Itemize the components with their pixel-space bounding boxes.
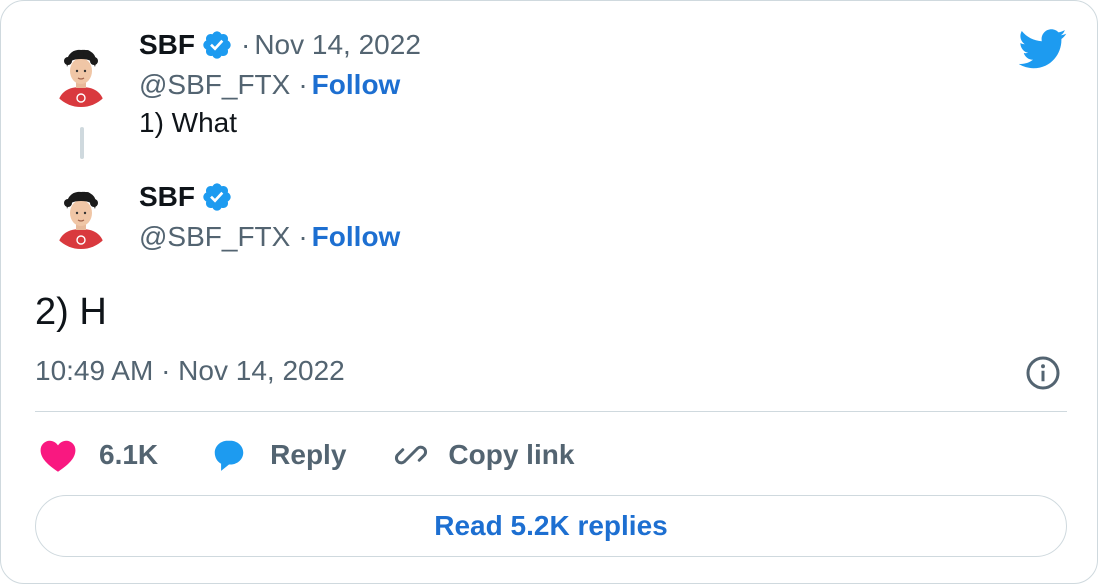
avatar[interactable]: [49, 43, 113, 107]
quoted-header: SBF · Nov 14, 2022: [139, 27, 421, 63]
link-icon: [395, 445, 428, 465]
separator: ·: [298, 221, 308, 252]
reply-label: Reply: [270, 439, 347, 470]
follow-button[interactable]: Follow: [312, 221, 401, 253]
main-handle-row: @SBF_FTX · Follow: [139, 219, 400, 255]
verified-badge-icon: [203, 183, 231, 211]
separator: ·: [298, 69, 308, 100]
info-icon[interactable]: [1025, 355, 1061, 391]
read-replies-button[interactable]: Read 5.2K replies: [35, 495, 1067, 557]
heart-icon: [40, 440, 76, 472]
action-bar: 6.1K Reply Copy link: [35, 433, 574, 477]
tweet-text: 2) H: [35, 291, 107, 333]
separator: ·: [241, 29, 251, 60]
like-button[interactable]: 6.1K: [39, 437, 158, 473]
copy-link-label: Copy link: [448, 439, 575, 470]
author-name[interactable]: SBF: [139, 181, 195, 213]
divider: [35, 411, 1067, 412]
reply-button[interactable]: Reply: [210, 437, 346, 473]
quoted-handle-row: @SBF_FTX · Follow: [139, 67, 400, 103]
tweet-date[interactable]: Nov 14, 2022: [254, 29, 421, 61]
quoted-tweet-text: 1) What: [139, 107, 238, 138]
author-handle[interactable]: @SBF_FTX: [139, 221, 290, 253]
author-handle[interactable]: @SBF_FTX: [139, 69, 290, 101]
main-header: SBF: [139, 179, 233, 215]
reply-bubble-icon: [214, 440, 244, 471]
avatar-image: [49, 43, 113, 107]
avatar-image: [49, 185, 113, 249]
avatar[interactable]: [49, 185, 113, 249]
copy-link-button[interactable]: Copy link: [392, 437, 574, 473]
like-count: 6.1K: [99, 439, 159, 470]
follow-button[interactable]: Follow: [312, 69, 401, 101]
verified-badge-icon: [203, 31, 231, 59]
tweet-timestamp[interactable]: 10:49 AM · Nov 14, 2022: [35, 355, 345, 387]
thread-connector: [80, 127, 84, 159]
author-name[interactable]: SBF: [139, 29, 195, 61]
tweet-embed-card: SBF · Nov 14, 2022 @SBF_FTX · Follow 1) …: [0, 0, 1098, 584]
twitter-bird-icon[interactable]: [1019, 29, 1067, 69]
